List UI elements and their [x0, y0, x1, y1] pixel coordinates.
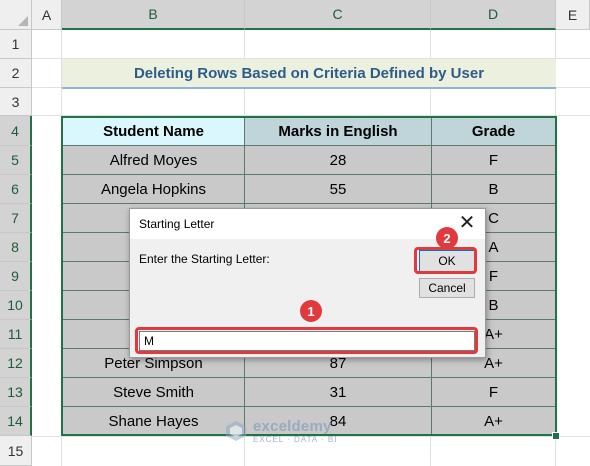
row-header-10[interactable]: 10 — [0, 291, 32, 320]
row-header-7[interactable]: 7 — [0, 204, 32, 233]
column-header-d[interactable]: D — [431, 0, 556, 30]
row-header-13[interactable]: 13 — [0, 378, 32, 407]
exceldemy-logo-icon — [226, 421, 246, 441]
cell-grade[interactable]: A+ — [431, 406, 556, 436]
cell-grade[interactable]: B — [431, 174, 556, 204]
select-all-triangle-icon — [18, 16, 28, 26]
cell-student-name[interactable]: Alfred Moyes — [62, 145, 245, 175]
row-header-12[interactable]: 12 — [0, 349, 32, 378]
row-header-1[interactable]: 1 — [0, 30, 32, 59]
starting-letter-dialog: Starting Letter ✕ Enter the Starting Let… — [129, 208, 486, 358]
sheet-title: Deleting Rows Based on Criteria Defined … — [62, 59, 556, 89]
dialog-title: Starting Letter — [139, 217, 215, 231]
watermark-tagline: EXCEL · DATA · BI — [253, 435, 338, 444]
cell-marks[interactable]: 55 — [244, 174, 432, 204]
cell-student-name[interactable]: Shane Hayes — [62, 406, 245, 436]
step-badge-1: 1 — [300, 300, 322, 322]
row-header-14[interactable]: 14 — [0, 407, 32, 436]
starting-letter-input[interactable]: M — [139, 331, 475, 351]
row-header-8[interactable]: 8 — [0, 233, 32, 262]
watermark-name: exceldemy — [253, 418, 332, 435]
row-header-5[interactable]: 5 — [0, 146, 32, 175]
row-header-6[interactable]: 6 — [0, 175, 32, 204]
select-all-corner[interactable] — [0, 0, 32, 30]
header-student-name[interactable]: Student Name — [62, 116, 245, 146]
cell-student-name[interactable]: Steve Smith — [62, 377, 245, 407]
column-header-c[interactable]: C — [245, 0, 431, 30]
row-header-11[interactable]: 11 — [0, 320, 32, 349]
header-grade[interactable]: Grade — [431, 116, 556, 146]
column-header-a[interactable]: A — [32, 0, 62, 30]
fill-handle[interactable] — [552, 432, 560, 440]
row-header-3[interactable]: 3 — [0, 88, 32, 116]
cancel-button[interactable]: Cancel — [419, 278, 475, 298]
cell-grade[interactable]: F — [431, 145, 556, 175]
header-marks-english[interactable]: Marks in English — [244, 116, 432, 146]
dialog-titlebar[interactable]: Starting Letter ✕ — [130, 209, 485, 239]
ok-button[interactable]: OK — [419, 250, 475, 272]
cell-marks[interactable]: 31 — [244, 377, 432, 407]
cell-student-name[interactable]: Angela Hopkins — [62, 174, 245, 204]
cell-marks[interactable]: 28 — [244, 145, 432, 175]
column-header-e[interactable]: E — [556, 0, 590, 30]
column-header-b[interactable]: B — [62, 0, 245, 30]
watermark: exceldemy EXCEL · DATA · BI — [225, 418, 337, 444]
close-icon[interactable]: ✕ — [457, 213, 477, 233]
row-header-4[interactable]: 4 — [0, 116, 32, 146]
dialog-prompt: Enter the Starting Letter: — [139, 252, 270, 266]
cell-grade[interactable]: F — [431, 377, 556, 407]
row-header-9[interactable]: 9 — [0, 262, 32, 291]
row-header-15[interactable]: 15 — [0, 436, 32, 466]
step-badge-2: 2 — [436, 227, 458, 249]
row-header-2[interactable]: 2 — [0, 59, 32, 88]
